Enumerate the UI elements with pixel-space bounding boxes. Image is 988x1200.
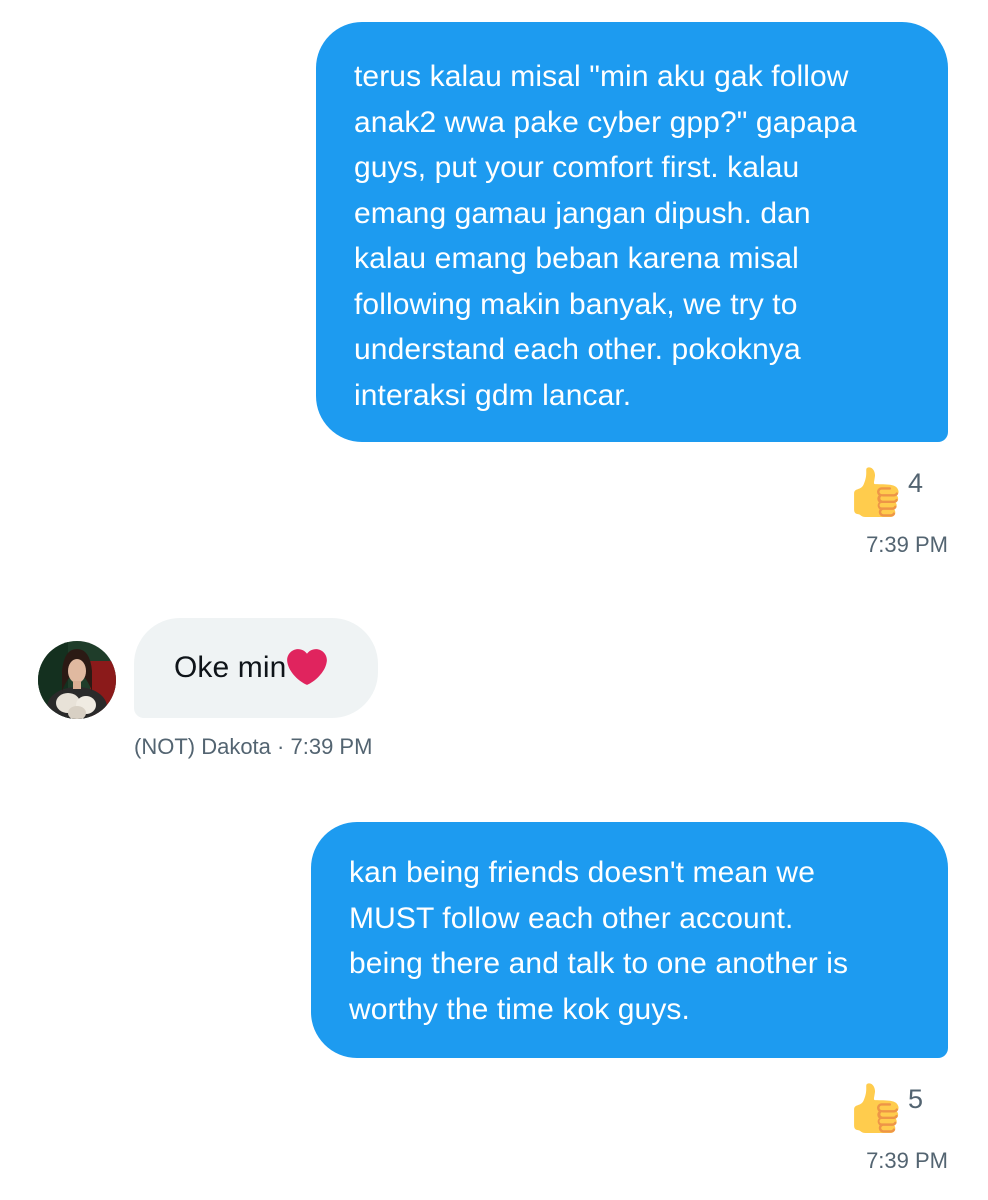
heart-icon (287, 649, 328, 685)
thumbs-up-icon (854, 1083, 899, 1133)
reaction-count: 4 (908, 467, 924, 498)
message-reaction[interactable]: 4 (850, 466, 923, 518)
sender-name[interactable]: (NOT) Dakota (134, 734, 271, 759)
profile-picture (38, 641, 116, 719)
message-timestamp: 7:39 PM (290, 734, 373, 759)
message-timestamp: 7:39 PM (866, 1148, 948, 1173)
message-reaction[interactable]: 5 (850, 1082, 923, 1134)
message-timestamp: 7:39 PM (866, 532, 948, 557)
message-meta: (NOT) Dakota · 7:39 PM (134, 734, 372, 760)
reaction-count: 5 (908, 1083, 924, 1114)
meta-separator: · (277, 734, 285, 759)
avatar[interactable] (38, 641, 116, 719)
sent-message-bubble[interactable]: kan being friends doesn't mean we MUST f… (311, 822, 948, 1058)
sent-message-bubble[interactable]: terus kalau misal "min aku gak follow an… (316, 22, 948, 442)
received-message-bubble[interactable]: Oke min (134, 618, 378, 718)
message-text: Oke min (174, 651, 287, 684)
thumbs-up-icon (854, 467, 899, 517)
